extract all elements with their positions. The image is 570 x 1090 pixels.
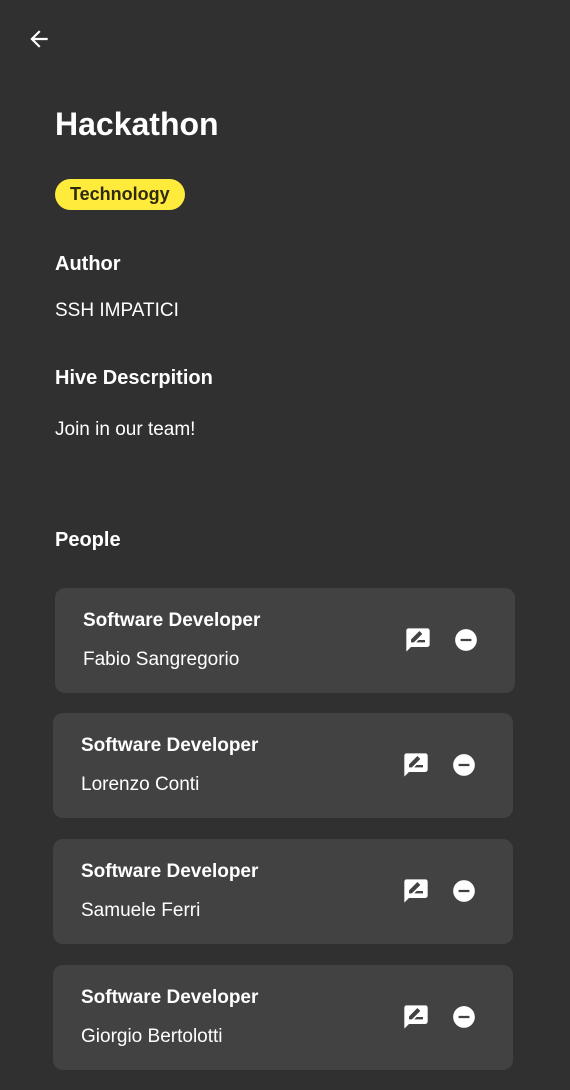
remove-circle-icon (451, 1004, 477, 1030)
person-role: Software Developer (83, 610, 261, 631)
remove-person-button[interactable] (451, 752, 477, 778)
person-name: Fabio Sangregorio (83, 649, 240, 670)
person-role: Software Developer (81, 861, 259, 882)
person-name: Lorenzo Conti (81, 774, 200, 795)
remove-person-button[interactable] (453, 627, 479, 653)
page-title: Hackathon (55, 106, 219, 142)
category-badge: Technology (55, 179, 185, 210)
rate-review-icon (402, 751, 430, 779)
person-card: Software Developer Giorgio Bertolotti (53, 965, 513, 1070)
remove-person-button[interactable] (451, 1004, 477, 1030)
edit-role-button[interactable] (402, 751, 430, 779)
person-role: Software Developer (81, 735, 259, 756)
person-card: Software Developer Lorenzo Conti (53, 713, 513, 818)
rate-review-icon (404, 626, 432, 654)
edit-role-button[interactable] (402, 877, 430, 905)
remove-person-button[interactable] (451, 878, 477, 904)
remove-circle-icon (451, 878, 477, 904)
arrow-left-icon (26, 26, 52, 52)
person-card: Software Developer Fabio Sangregorio (55, 588, 515, 693)
author-heading: Author (55, 253, 121, 275)
edit-role-button[interactable] (404, 626, 432, 654)
hive-description: Join in our team! (55, 419, 196, 440)
remove-circle-icon (451, 752, 477, 778)
back-button[interactable] (22, 22, 56, 56)
remove-circle-icon (453, 627, 479, 653)
author-name: SSH IMPATICI (55, 300, 179, 321)
person-name: Giorgio Bertolotti (81, 1026, 223, 1047)
rate-review-icon (402, 877, 430, 905)
people-heading: People (55, 529, 121, 551)
description-heading: Hive Descrpition (55, 367, 213, 389)
person-role: Software Developer (81, 987, 259, 1008)
rate-review-icon (402, 1003, 430, 1031)
person-name: Samuele Ferri (81, 900, 201, 921)
edit-role-button[interactable] (402, 1003, 430, 1031)
person-card: Software Developer Samuele Ferri (53, 839, 513, 944)
